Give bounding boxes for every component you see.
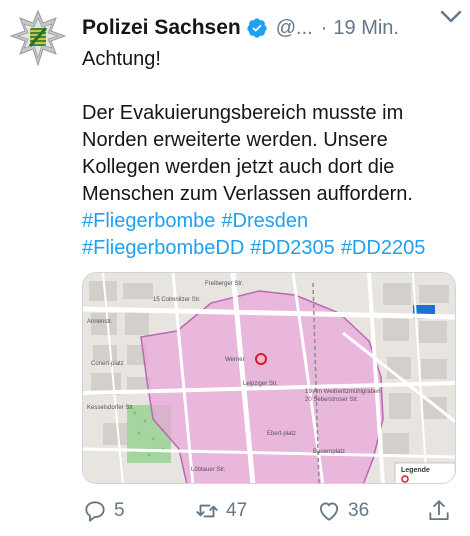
hashtag-link[interactable]: #FliegerbombeDD <box>82 237 244 259</box>
like-button[interactable]: 36 <box>316 494 369 528</box>
tweet-header: Polizei Sachsen @... · 19 Min. <box>82 12 462 44</box>
tweet-text: Achtung! Der Evakuierungsbereich musste … <box>82 46 462 262</box>
evacuation-map-image[interactable]: 15 Colmnitzer Str. Freiberger Str. Werne… <box>82 272 456 484</box>
reply-icon <box>85 501 105 522</box>
map-label: Ebert-platz <box>267 431 296 437</box>
hashtag-row: #FliegerbombeDD #DD2305 #DD2205 <box>82 235 462 262</box>
map-label: Freiberger Str. <box>205 281 244 287</box>
tweet-line: Der Evakuierungsbereich musste im <box>82 102 404 124</box>
tweet-line: Menschen zum Verlassen auffordern. <box>82 183 413 205</box>
map-label: Leipziger Str. <box>243 381 278 387</box>
author-name[interactable]: Polizei Sachsen <box>82 16 241 40</box>
like-count: 36 <box>348 500 370 521</box>
map-graphic: 15 Colmnitzer Str. Freiberger Str. Werne… <box>83 273 455 483</box>
legend-title: Legende <box>401 467 430 474</box>
map-label: 15 Colmnitzer Str. <box>153 297 201 303</box>
map-label: Bauernplatz <box>313 449 345 455</box>
hashtag-link[interactable]: #Dresden <box>221 210 308 232</box>
share-button[interactable] <box>426 494 458 528</box>
reply-button[interactable]: 5 <box>82 494 125 528</box>
chevron-down-icon[interactable] <box>438 8 464 26</box>
author-handle[interactable]: @... <box>276 17 313 40</box>
tweet-line: Achtung! <box>82 48 161 70</box>
heart-icon <box>319 502 339 521</box>
hashtag-row: #Fliegerbombe #Dresden <box>82 208 462 235</box>
share-icon <box>429 500 449 521</box>
map-label: Werner <box>225 357 245 363</box>
verified-badge-icon <box>246 17 268 39</box>
tweet-line: Kollegen werden jetzt auch dort die <box>82 156 395 178</box>
map-label: Kesselsdorfer Str. <box>87 405 135 411</box>
retweet-button[interactable]: 47 <box>194 494 247 528</box>
tweet-line: Norden erweiterte werden. Unsere <box>82 129 388 151</box>
retweet-icon <box>196 504 218 518</box>
hashtag-link[interactable]: #DD2305 <box>250 237 335 259</box>
map-label: Löbtauer Str. <box>191 467 226 473</box>
tweet-action-bar: 5 47 36 <box>82 494 462 528</box>
hashtag-link[interactable]: #DD2205 <box>341 237 426 259</box>
map-label: Annenstr. <box>87 319 113 325</box>
hashtag-link[interactable]: #Fliegerbombe <box>82 210 215 232</box>
tweet[interactable]: Polizei Sachsen @... · 19 Min. Achtung! … <box>0 0 470 536</box>
separator-dot: · <box>320 16 328 39</box>
police-star-badge-icon[interactable] <box>9 9 67 67</box>
retweet-count: 47 <box>226 500 248 521</box>
map-label: 20 Seberstroser Str. <box>305 397 359 403</box>
tweet-timestamp[interactable]: 19 Min. <box>333 17 399 40</box>
map-label: Conert-platz <box>91 361 124 367</box>
map-label: 19 Am Weißeritzmühlgraben <box>305 389 381 395</box>
reply-count: 5 <box>114 500 125 521</box>
